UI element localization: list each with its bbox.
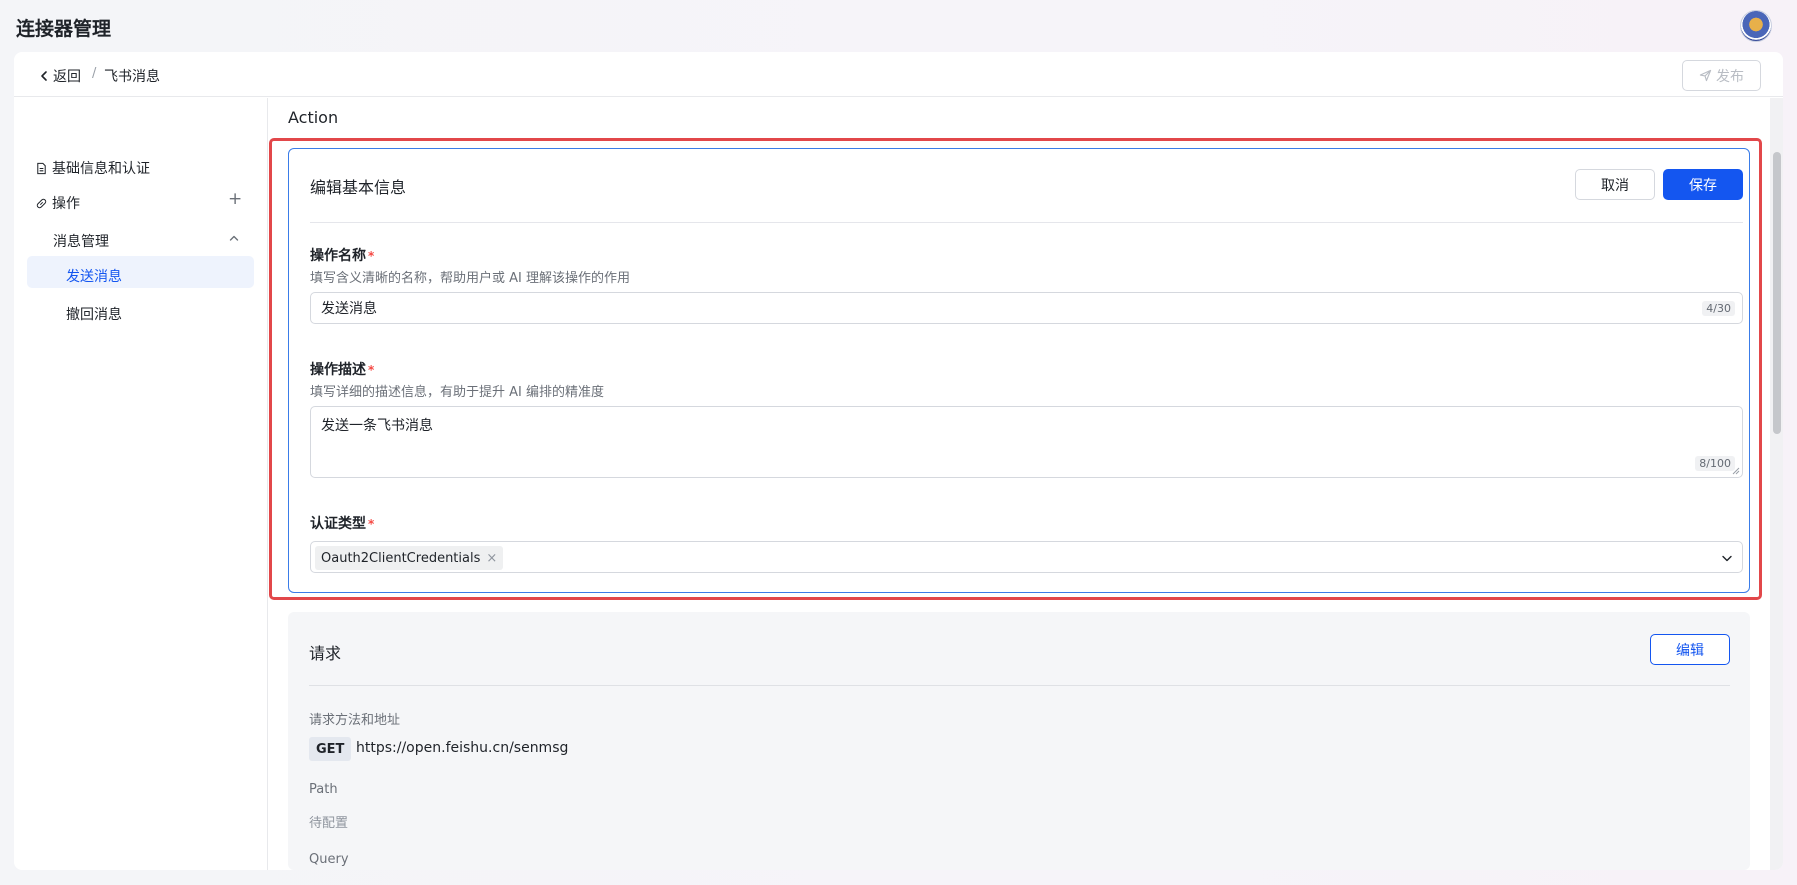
- add-operation-icon[interactable]: +: [228, 189, 242, 209]
- sidebar-item-label: 基础信息和认证: [52, 161, 150, 177]
- back-button[interactable]: 返回: [38, 66, 81, 86]
- char-counter: 8/100: [1695, 456, 1735, 471]
- char-counter: 4/30: [1702, 300, 1735, 316]
- operation-name-input[interactable]: 发送消息 4/30: [310, 292, 1743, 324]
- chevron-up-icon[interactable]: [228, 232, 240, 244]
- edit-basic-info-panel: 编辑基本信息 取消 保存 操作名称 * 填写含义清晰的名称，帮助用户或 AI 理解…: [288, 148, 1750, 593]
- resize-handle-icon[interactable]: [1732, 467, 1740, 475]
- sidebar-item-label: 操作: [52, 196, 80, 212]
- request-title: 请求: [309, 644, 342, 663]
- scrollbar-thumb[interactable]: [1773, 152, 1781, 434]
- field-label-text: 操作描述: [310, 362, 366, 378]
- breadcrumb-current: 飞书消息: [104, 69, 160, 85]
- sidebar-item-operations[interactable]: 操作: [35, 193, 80, 213]
- http-method-badge: GET: [309, 737, 352, 761]
- publish-button[interactable]: 发布: [1682, 60, 1761, 91]
- link-icon: [36, 198, 47, 208]
- required-mark: *: [368, 517, 375, 531]
- top-bar: 连接器管理: [0, 0, 1797, 52]
- avatar[interactable]: [1740, 10, 1772, 42]
- sidebar: 基础信息和认证 操作 + 消息管理 发送消息 撤回消息: [14, 98, 268, 870]
- main-card: 返回 / 飞书消息 发布 基础信息和认证 操作 + 消息管理 发送消息 撤回消息…: [14, 52, 1783, 870]
- panel-title: 编辑基本信息: [310, 178, 407, 197]
- tag-label: Oauth2ClientCredentials: [321, 550, 481, 566]
- save-button[interactable]: 保存: [1663, 169, 1743, 200]
- chevron-down-icon[interactable]: [1720, 551, 1734, 565]
- query-label: Query: [309, 852, 349, 867]
- send-icon: [1699, 69, 1712, 82]
- auth-type-label: 认证类型 *: [310, 513, 374, 533]
- sidebar-item-send-message[interactable]: 发送消息: [66, 266, 122, 286]
- sidebar-item-label: 撤回消息: [66, 307, 122, 323]
- divider: [309, 685, 1730, 686]
- sidebar-item-recall-message[interactable]: 撤回消息: [66, 304, 122, 324]
- edit-request-button[interactable]: 编辑: [1650, 634, 1730, 665]
- method-url-label: 请求方法和地址: [309, 713, 401, 728]
- page-header: 返回 / 飞书消息 发布: [14, 52, 1783, 97]
- sidebar-group-label: 消息管理: [53, 234, 109, 250]
- publish-label: 发布: [1716, 68, 1744, 85]
- path-value: 待配置: [309, 816, 349, 831]
- operation-desc-textarea[interactable]: 发送一条飞书消息 8/100: [310, 406, 1743, 478]
- divider: [310, 222, 1743, 223]
- back-label: 返回: [53, 69, 81, 85]
- textarea-value: 发送一条飞书消息: [321, 418, 433, 434]
- sidebar-group-message-management[interactable]: 消息管理: [53, 231, 109, 251]
- document-icon: [37, 162, 46, 174]
- auth-type-select[interactable]: Oauth2ClientCredentials ×: [310, 541, 1743, 573]
- path-label: Path: [309, 782, 338, 797]
- operation-desc-label: 操作描述 *: [310, 359, 374, 379]
- cancel-button[interactable]: 取消: [1575, 169, 1655, 200]
- app-title: 连接器管理: [16, 18, 112, 40]
- section-title: Action: [288, 108, 339, 127]
- field-label-text: 认证类型: [310, 516, 366, 532]
- operation-name-hint: 填写含义清晰的名称，帮助用户或 AI 理解该操作的作用: [310, 271, 630, 286]
- required-mark: *: [368, 363, 375, 377]
- chevron-left-icon: [41, 71, 47, 81]
- auth-type-tag: Oauth2ClientCredentials ×: [315, 546, 504, 570]
- operation-name-label: 操作名称 *: [310, 245, 374, 265]
- input-value: 发送消息: [321, 301, 377, 317]
- sidebar-active-highlight: [27, 256, 254, 288]
- request-url: https://open.feishu.cn/senmsg: [356, 740, 569, 756]
- field-label-text: 操作名称: [310, 248, 366, 264]
- required-mark: *: [368, 249, 375, 263]
- breadcrumb-separator: /: [92, 66, 97, 81]
- sidebar-item-label: 发送消息: [66, 269, 122, 285]
- operation-desc-hint: 填写详细的描述信息，有助于提升 AI 编排的精准度: [310, 385, 604, 400]
- sidebar-item-basic-info[interactable]: 基础信息和认证: [35, 158, 150, 178]
- close-icon[interactable]: ×: [486, 551, 497, 566]
